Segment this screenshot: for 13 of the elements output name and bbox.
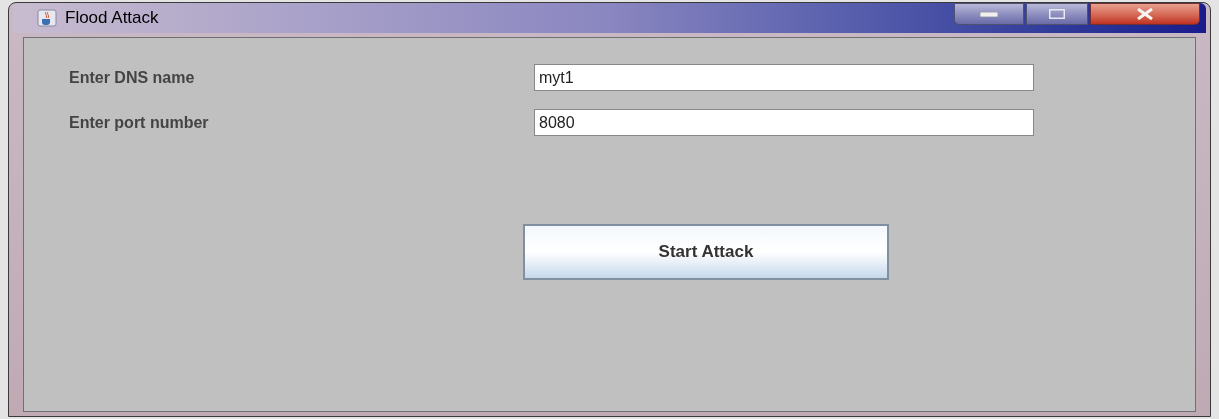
start-button[interactable]: Start Attack [523,224,889,280]
maximize-icon [1049,9,1065,19]
field-label: Enter port number [69,112,210,133]
window-title: Flood Attack [65,7,159,30]
text-field[interactable]: myt1 [534,64,1034,91]
text-field[interactable]: 8080 [534,109,1034,136]
minimize-button[interactable] [954,3,1024,25]
field-label: Enter DNS name [69,67,196,88]
close-button[interactable] [1090,3,1200,25]
close-icon [1136,8,1154,20]
coffee-cup-icon [37,9,57,27]
minimize-icon [980,11,998,17]
maximize-button[interactable] [1026,3,1088,25]
